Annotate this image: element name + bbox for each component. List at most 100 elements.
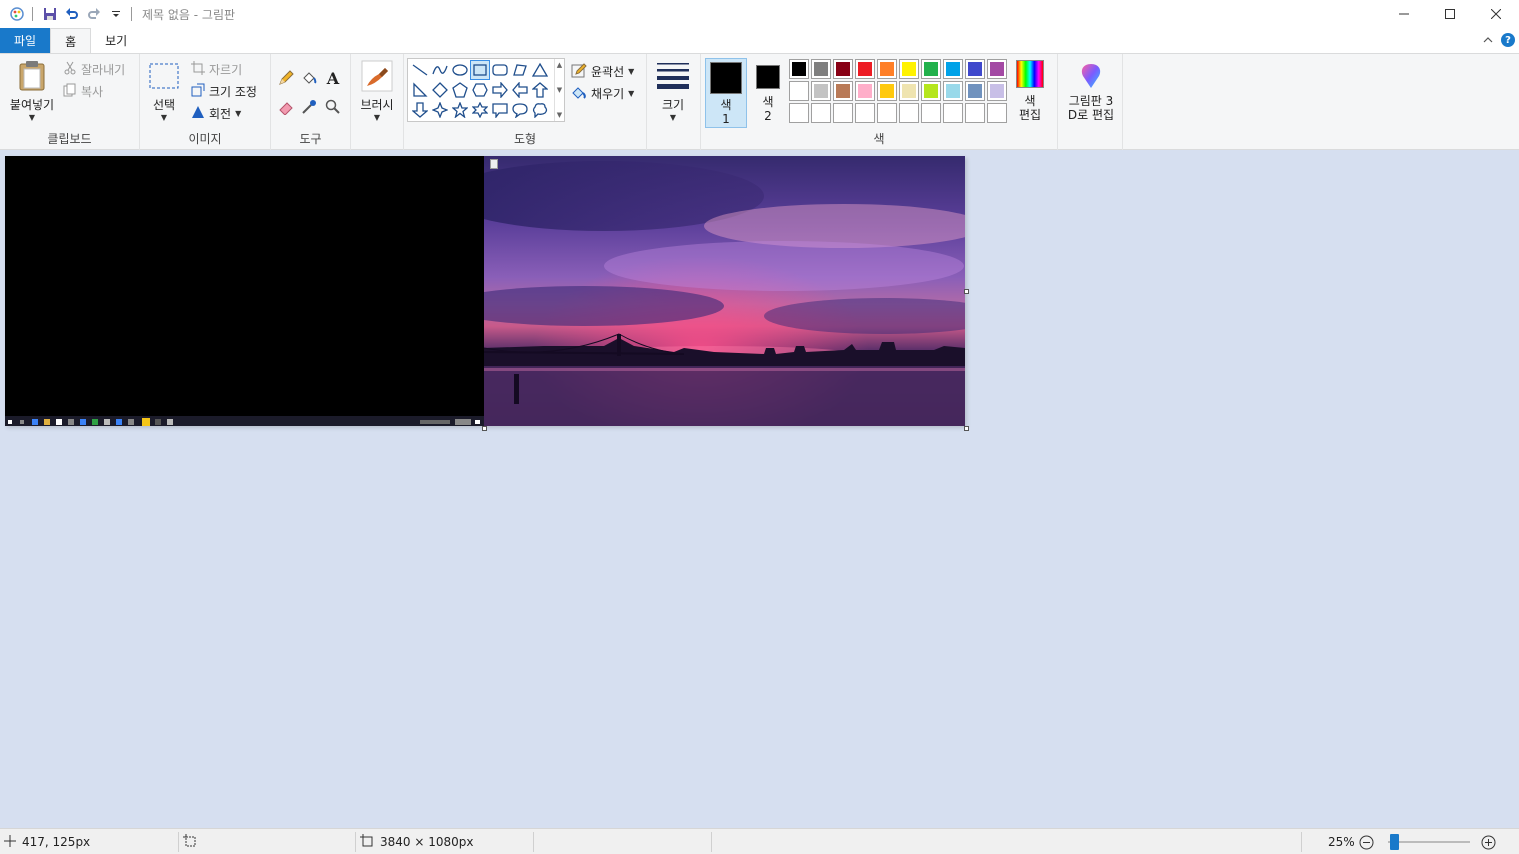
palette-swatch-empty[interactable] [943, 103, 963, 123]
zoom-in-button[interactable] [1481, 829, 1496, 854]
palette-swatch[interactable] [811, 81, 831, 101]
palette-swatch[interactable] [965, 59, 985, 79]
diamond-shape-icon[interactable] [430, 80, 450, 100]
fill-bucket-icon[interactable] [299, 68, 319, 88]
oval-shape-icon[interactable] [450, 60, 470, 80]
palette-swatch[interactable] [899, 59, 919, 79]
cut-button[interactable]: 잘라내기 [63, 61, 125, 78]
resize-handle-bottom[interactable] [482, 426, 487, 431]
size-button[interactable]: 크기 ▼ [655, 62, 691, 122]
drawing-canvas[interactable] [5, 156, 965, 426]
cloud-callout-shape-icon[interactable] [530, 100, 550, 120]
palette-swatch[interactable] [833, 59, 853, 79]
chevron-down-icon: ▼ [28, 113, 36, 122]
palette-swatch[interactable] [965, 81, 985, 101]
maximize-button[interactable] [1427, 0, 1473, 28]
palette-swatch-empty[interactable] [855, 103, 875, 123]
shapes-scrollbar[interactable]: ▲ ▼ ▼ [554, 59, 564, 121]
paste-button[interactable]: 붙여넣기 ▼ [6, 60, 58, 122]
four-point-star-shape-icon[interactable] [430, 100, 450, 120]
zoom-slider-thumb[interactable] [1390, 834, 1399, 850]
palette-swatch-empty[interactable] [899, 103, 919, 123]
palette-swatch[interactable] [943, 81, 963, 101]
save-icon[interactable] [39, 3, 61, 25]
magnifier-icon[interactable] [323, 97, 343, 117]
palette-swatch[interactable] [899, 81, 919, 101]
palette-swatch[interactable] [833, 81, 853, 101]
canvas-area[interactable] [0, 151, 1519, 827]
palette-swatch-empty[interactable] [877, 103, 897, 123]
copy-button[interactable]: 복사 [63, 83, 103, 100]
scroll-up-icon[interactable]: ▲ [557, 61, 562, 69]
palette-swatch[interactable] [921, 81, 941, 101]
edit-with-paint3d-button[interactable]: 그림판 3 D로 편집 [1062, 62, 1120, 122]
palette-swatch-empty[interactable] [965, 103, 985, 123]
curve-shape-icon[interactable] [430, 60, 450, 80]
resize-button[interactable]: 크기 조정 [191, 83, 257, 100]
brushes-button[interactable]: 브러시 ▼ [356, 60, 398, 122]
expand-gallery-icon[interactable]: ▼ [557, 111, 562, 119]
palette-swatch[interactable] [877, 81, 897, 101]
six-point-star-shape-icon[interactable] [470, 100, 490, 120]
close-button[interactable] [1473, 0, 1519, 28]
undo-icon[interactable] [61, 3, 83, 25]
pentagon-shape-icon[interactable] [450, 80, 470, 100]
polygon-shape-icon[interactable] [510, 60, 530, 80]
left-arrow-shape-icon[interactable] [510, 80, 530, 100]
triangle-shape-icon[interactable] [530, 60, 550, 80]
tab-view[interactable]: 보기 [91, 28, 141, 53]
help-icon[interactable]: ? [1501, 33, 1515, 47]
select-button[interactable]: 선택 ▼ [146, 62, 182, 122]
resize-handle-right[interactable] [964, 289, 969, 294]
color1-button[interactable]: 색 1 [705, 58, 747, 128]
eraser-icon[interactable] [276, 97, 296, 117]
palette-swatch[interactable] [789, 81, 809, 101]
palette-swatch[interactable] [943, 59, 963, 79]
palette-swatch[interactable] [987, 81, 1007, 101]
hexagon-shape-icon[interactable] [470, 80, 490, 100]
pencil-icon[interactable] [276, 68, 296, 88]
text-icon[interactable]: A [323, 68, 343, 88]
palette-swatch-empty[interactable] [987, 103, 1007, 123]
palette-swatch-empty[interactable] [833, 103, 853, 123]
five-point-star-shape-icon[interactable] [450, 100, 470, 120]
palette-swatch[interactable] [855, 81, 875, 101]
scroll-down-icon[interactable]: ▼ [557, 86, 562, 94]
down-arrow-shape-icon[interactable] [410, 100, 430, 120]
line-shape-icon[interactable] [410, 60, 430, 80]
rounded-rectangle-shape-icon[interactable] [490, 60, 510, 80]
tab-home[interactable]: 홈 [50, 28, 92, 53]
right-arrow-shape-icon[interactable] [490, 80, 510, 100]
collapse-ribbon-icon[interactable] [1483, 33, 1493, 47]
paint-app-icon[interactable] [6, 3, 28, 25]
rotate-button[interactable]: 회전 ▼ [191, 105, 241, 122]
palette-swatch[interactable] [987, 59, 1007, 79]
palette-swatch-empty[interactable] [811, 103, 831, 123]
up-arrow-shape-icon[interactable] [530, 80, 550, 100]
color-picker-icon[interactable] [299, 97, 319, 117]
zoom-slider-track[interactable] [1388, 841, 1470, 843]
edit-colors-button[interactable]: 색 편집 [1013, 60, 1047, 122]
fill-button[interactable]: 채우기 ▼ [571, 84, 634, 103]
palette-swatch-empty[interactable] [921, 103, 941, 123]
palette-swatch[interactable] [877, 59, 897, 79]
palette-swatch[interactable] [789, 59, 809, 79]
swatch-color [836, 62, 850, 76]
minimize-button[interactable] [1381, 0, 1427, 28]
crop-button[interactable]: 자르기 [191, 61, 242, 78]
palette-swatch[interactable] [811, 59, 831, 79]
zoom-out-button[interactable] [1359, 829, 1374, 854]
rectangle-shape-icon[interactable] [470, 60, 490, 80]
rect-callout-shape-icon[interactable] [490, 100, 510, 120]
right-triangle-shape-icon[interactable] [410, 80, 430, 100]
oval-callout-shape-icon[interactable] [510, 100, 530, 120]
outline-button[interactable]: 윤곽선 ▼ [571, 62, 634, 81]
palette-swatch[interactable] [921, 59, 941, 79]
tab-file[interactable]: 파일 [0, 28, 51, 53]
redo-icon[interactable] [83, 3, 105, 25]
color2-button[interactable]: 색 2 [751, 62, 785, 123]
palette-swatch[interactable] [855, 59, 875, 79]
customize-quick-access-icon[interactable] [105, 3, 127, 25]
palette-swatch-empty[interactable] [789, 103, 809, 123]
resize-handle-corner[interactable] [964, 426, 969, 431]
